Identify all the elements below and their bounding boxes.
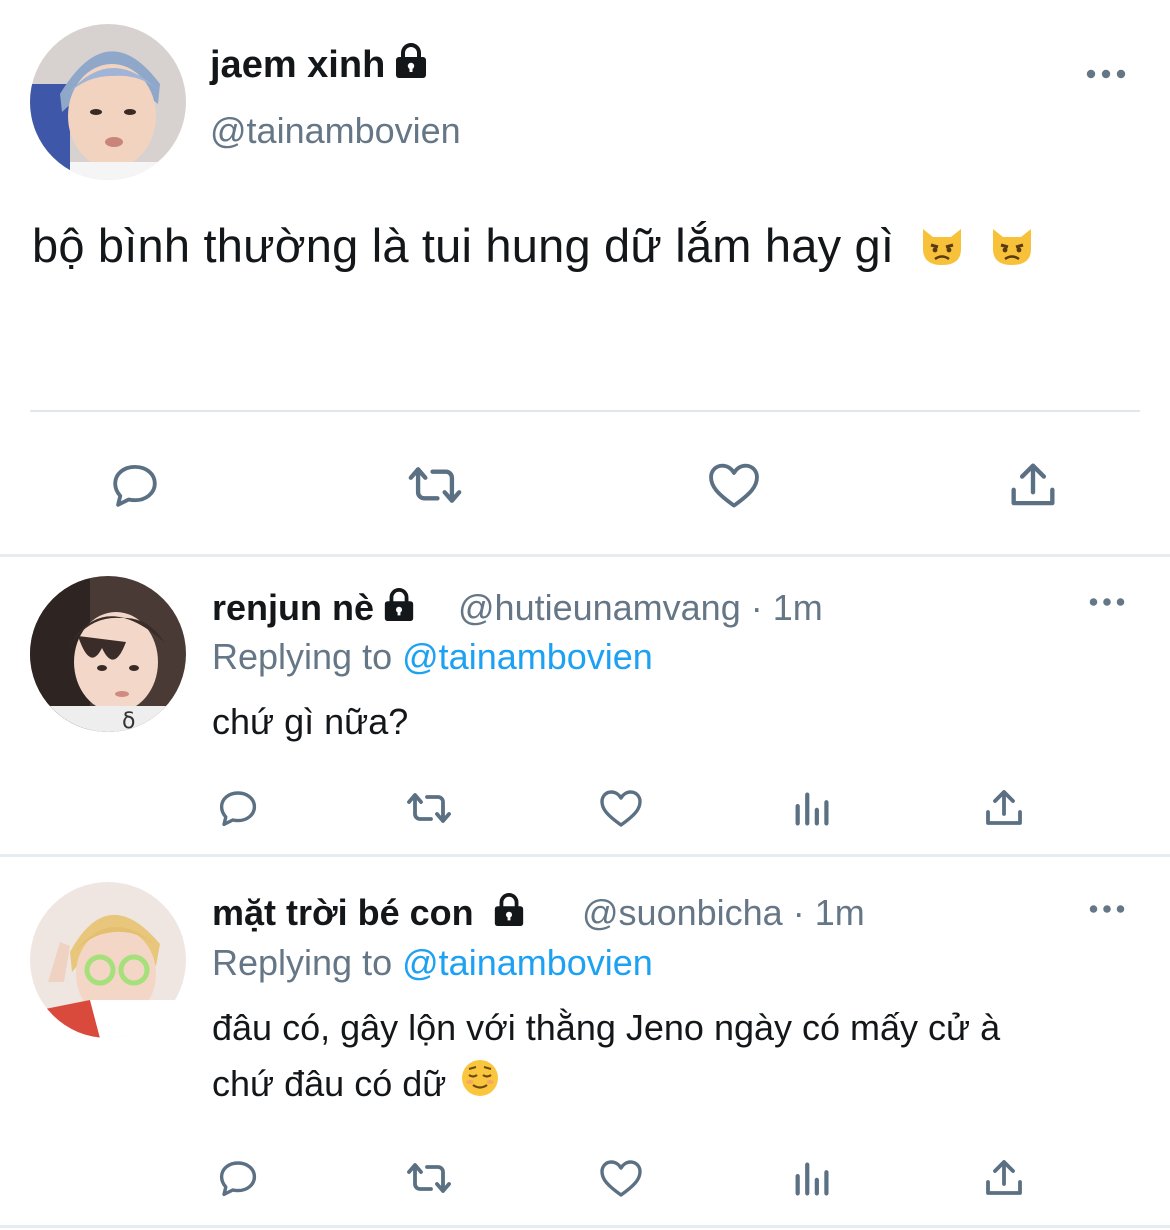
pouting-cat-emoji-icon <box>917 219 967 280</box>
reply-text-line: chứ gì nữa? <box>212 701 409 742</box>
meta-separator: · <box>792 892 805 933</box>
main-author-handle[interactable]: @tainambovien <box>210 110 461 152</box>
main-tweet-text: bộ bình thường là tui hung dữ lắm hay gì <box>32 218 1037 280</box>
reply-author-avatar[interactable]: δ <box>30 576 186 732</box>
reply-icon[interactable] <box>106 456 164 514</box>
reply-text-line-2: chứ đâu có dữ <box>212 1056 1000 1114</box>
share-icon[interactable] <box>980 1154 1028 1202</box>
tweet-action-divider <box>30 410 1140 412</box>
more-options-icon[interactable] <box>1088 900 1126 918</box>
reply-body: đâu có, gây lộn với thằng Jeno ngày có m… <box>212 1000 1000 1114</box>
like-icon[interactable] <box>704 456 764 514</box>
lock-icon <box>393 42 429 90</box>
meta-separator: · <box>750 587 763 628</box>
reply-author-name[interactable]: mặt trời bé con <box>212 892 526 937</box>
lock-icon <box>492 892 526 937</box>
reply-icon[interactable] <box>214 1154 262 1202</box>
replying-label: Replying to <box>212 636 393 677</box>
like-icon[interactable] <box>596 1154 646 1202</box>
tweet-body: bộ bình thường là tui hung dữ lắm hay gì <box>32 219 895 272</box>
replying-label: Replying to <box>212 942 393 983</box>
reply-body: chứ gì nữa? <box>212 694 408 750</box>
reply-author-name[interactable]: renjun nè <box>212 587 416 632</box>
reply-text-line: đâu có, gây lộn với thằng Jeno ngày có m… <box>212 1007 1001 1048</box>
timestamp[interactable]: 1m <box>815 892 865 933</box>
tweet-separator <box>0 1225 1170 1228</box>
tweet-separator <box>0 554 1170 557</box>
retweet-icon[interactable] <box>400 784 458 832</box>
more-options-icon[interactable] <box>1086 64 1126 84</box>
reply-handle[interactable]: @hutieunamvang <box>458 587 741 628</box>
display-name: jaem xinh <box>210 44 386 86</box>
retweet-icon[interactable] <box>400 456 470 514</box>
share-icon[interactable] <box>1004 456 1062 514</box>
reply-handle[interactable]: @suonbicha <box>582 892 783 933</box>
analytics-icon[interactable] <box>790 784 836 832</box>
reply-text-segment: chứ đâu có dữ <box>212 1063 447 1104</box>
mention-link[interactable]: @tainambovien <box>402 636 653 677</box>
more-options-icon[interactable] <box>1088 593 1126 611</box>
reply-icon[interactable] <box>214 784 262 832</box>
display-name: renjun nè <box>212 587 375 628</box>
tweet-separator <box>0 854 1170 857</box>
lock-icon <box>382 587 416 632</box>
main-author-avatar[interactable] <box>30 24 186 180</box>
share-icon[interactable] <box>980 784 1028 832</box>
timestamp[interactable]: 1m <box>773 587 823 628</box>
replying-to-line: Replying to @tainambovien <box>212 636 653 678</box>
display-name: mặt trời bé con <box>212 892 474 933</box>
pouting-cat-emoji-icon <box>987 219 1037 280</box>
svg-text:δ: δ <box>122 709 135 732</box>
main-author-name[interactable]: jaem xinh <box>210 42 429 90</box>
reply-author-meta: @suonbicha · 1m <box>582 892 865 934</box>
like-icon[interactable] <box>596 784 646 832</box>
reply-author-meta: @hutieunamvang · 1m <box>458 587 823 629</box>
retweet-icon[interactable] <box>400 1154 458 1202</box>
reply-author-avatar[interactable] <box>30 882 186 1038</box>
relieved-face-emoji-icon <box>460 1058 500 1114</box>
replying-to-line: Replying to @tainambovien <box>212 942 653 984</box>
analytics-icon[interactable] <box>790 1154 836 1202</box>
mention-link[interactable]: @tainambovien <box>402 942 653 983</box>
